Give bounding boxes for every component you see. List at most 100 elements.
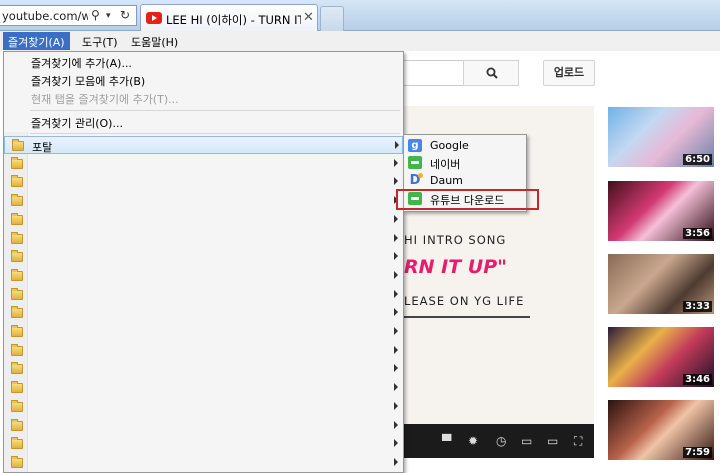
add-to-favorites-item[interactable]: 즐겨찾기에 추가(A)... — [31, 55, 132, 71]
folder-icon — [11, 381, 23, 394]
folder-icon — [12, 139, 24, 151]
daum-icon: D — [408, 173, 423, 187]
related-video-thumbnail[interactable]: 3:33 — [608, 254, 714, 314]
tab-close-icon[interactable]: ✕ — [303, 10, 314, 25]
watch-later-icon[interactable]: ◷ — [496, 435, 506, 447]
address-text[interactable]: youtube.com/watc — [2, 9, 88, 23]
submenu-label: Daum — [430, 174, 463, 187]
menu-bar: 즐겨찾기(A) 도구(T) 도움말(H) — [0, 31, 720, 51]
fullscreen-icon[interactable]: ⛶ — [574, 435, 582, 447]
video-duration: 3:46 — [683, 374, 712, 385]
submenu-item-daum[interactable]: D Daum — [404, 172, 526, 189]
new-tab-button[interactable] — [320, 6, 344, 31]
submenu-item-google[interactable]: g Google — [404, 137, 526, 154]
folder-icon — [11, 362, 23, 375]
submenu-arrow-icon — [394, 177, 398, 186]
promo-text-line2: RN IT UP" — [404, 256, 508, 278]
submenu-arrow-icon — [394, 345, 398, 354]
search-button[interactable] — [463, 60, 519, 86]
folder-icon — [11, 175, 23, 188]
related-video-thumbnail[interactable]: 3:56 — [608, 181, 714, 241]
search-icon[interactable]: ⚲ — [91, 8, 100, 22]
folder-label: 포탈 — [32, 141, 53, 154]
organize-favorites-item[interactable]: 즐겨찾기 관리(O)... — [31, 115, 123, 131]
naver-icon — [408, 156, 422, 169]
favorites-folder[interactable] — [4, 435, 403, 453]
folder-icon — [11, 231, 23, 244]
annotations-icon[interactable]: ▀ — [442, 435, 451, 447]
favorites-folder[interactable] — [4, 192, 403, 210]
favorites-folder[interactable] — [4, 379, 403, 397]
favorites-folder[interactable] — [4, 304, 403, 322]
video-duration: 3:56 — [683, 228, 712, 239]
address-bar[interactable]: youtube.com/watc ⚲ ▾ ↻ — [0, 5, 137, 26]
favorites-dropdown: 즐겨찾기에 추가(A)... 즐겨찾기 모음에 추가(B) 현재 탭을 즐겨찾기… — [3, 51, 404, 473]
add-to-favorites-bar-item[interactable]: 즐겨찾기 모음에 추가(B) — [31, 73, 145, 89]
favorites-folder[interactable] — [4, 155, 403, 173]
related-video-thumbnail[interactable]: 6:50 — [608, 107, 714, 167]
favorites-folder[interactable] — [4, 248, 403, 266]
favorites-folder[interactable] — [4, 398, 403, 416]
favorites-folder[interactable] — [4, 360, 403, 378]
submenu-arrow-icon — [395, 141, 399, 149]
dropdown-icon[interactable]: ▾ — [106, 11, 111, 21]
submenu-item-naver[interactable]: 네이버 — [404, 154, 526, 171]
small-player-icon[interactable]: ▭ — [521, 435, 532, 447]
menu-tools[interactable]: 도구(T) — [77, 32, 123, 50]
folder-icon — [11, 437, 23, 450]
menu-help[interactable]: 도움말(H) — [126, 32, 183, 50]
refresh-icon[interactable]: ↻ — [120, 8, 130, 22]
separator — [30, 133, 400, 134]
search-icon — [486, 67, 498, 79]
search-input[interactable] — [404, 60, 464, 86]
folder-icon — [11, 268, 23, 281]
submenu-arrow-icon — [394, 439, 398, 448]
tab-title: LEE HI (이하이) - TURN IT ... — [166, 13, 301, 27]
add-current-tabs-item: 현재 탭을 즐겨찾기에 추가(T)... — [31, 93, 179, 106]
submenu-arrow-icon — [394, 214, 398, 223]
menu-favorites[interactable]: 즐겨찾기(A) — [3, 32, 70, 50]
large-player-icon[interactable]: ▭ — [547, 435, 558, 447]
submenu-arrow-icon — [394, 401, 398, 410]
submenu-arrow-icon — [394, 364, 398, 373]
folder-icon — [11, 325, 23, 337]
folder-icon — [11, 306, 23, 319]
folder-icon — [11, 399, 23, 412]
favorites-folder[interactable] — [4, 323, 403, 341]
folder-icon — [11, 250, 23, 263]
video-duration: 7:59 — [683, 447, 712, 458]
promo-text-line3: LEASE ON YG LIFE — [404, 294, 525, 308]
submenu-arrow-icon — [394, 420, 398, 429]
submenu-label: Google — [430, 139, 469, 152]
promo-text-line1: HI INTRO SONG — [404, 233, 507, 247]
tab-youtube[interactable]: LEE HI (이하이) - TURN IT ... ✕ — [140, 4, 318, 31]
youtube-favicon-icon — [146, 12, 162, 24]
related-video-thumbnail[interactable]: 7:59 — [608, 400, 714, 460]
folder-icon — [11, 418, 23, 431]
favorites-folder[interactable] — [4, 286, 403, 304]
favorites-folder[interactable] — [4, 454, 403, 472]
submenu-arrow-icon — [394, 308, 398, 317]
favorites-folder[interactable] — [4, 173, 403, 191]
favorites-folder[interactable] — [4, 417, 403, 435]
submenu-arrow-icon — [394, 252, 398, 261]
submenu-arrow-icon — [394, 327, 398, 335]
folder-icon — [11, 343, 23, 356]
favorites-folder-portal[interactable]: 포탈 — [4, 136, 403, 154]
video-duration: 6:50 — [683, 154, 712, 165]
related-video-thumbnail[interactable]: 3:46 — [608, 327, 714, 387]
favorites-folder[interactable] — [4, 342, 403, 360]
submenu-arrow-icon — [394, 270, 398, 279]
favorites-folder[interactable] — [4, 267, 403, 285]
favorites-folder[interactable] — [4, 211, 403, 229]
settings-gear-icon[interactable]: ✹ — [468, 435, 478, 447]
submenu-label: 네이버 — [430, 158, 461, 171]
upload-button[interactable]: 업로드 — [543, 60, 595, 86]
browser-toolbar: youtube.com/watc ⚲ ▾ ↻ LEE HI (이하이) - TU… — [0, 0, 720, 31]
folder-icon — [11, 212, 23, 225]
folder-icon — [11, 156, 23, 169]
favorites-folder[interactable] — [4, 230, 403, 248]
submenu-arrow-icon — [394, 158, 398, 167]
submenu-arrow-icon — [394, 457, 398, 466]
submenu-arrow-icon — [394, 233, 398, 242]
